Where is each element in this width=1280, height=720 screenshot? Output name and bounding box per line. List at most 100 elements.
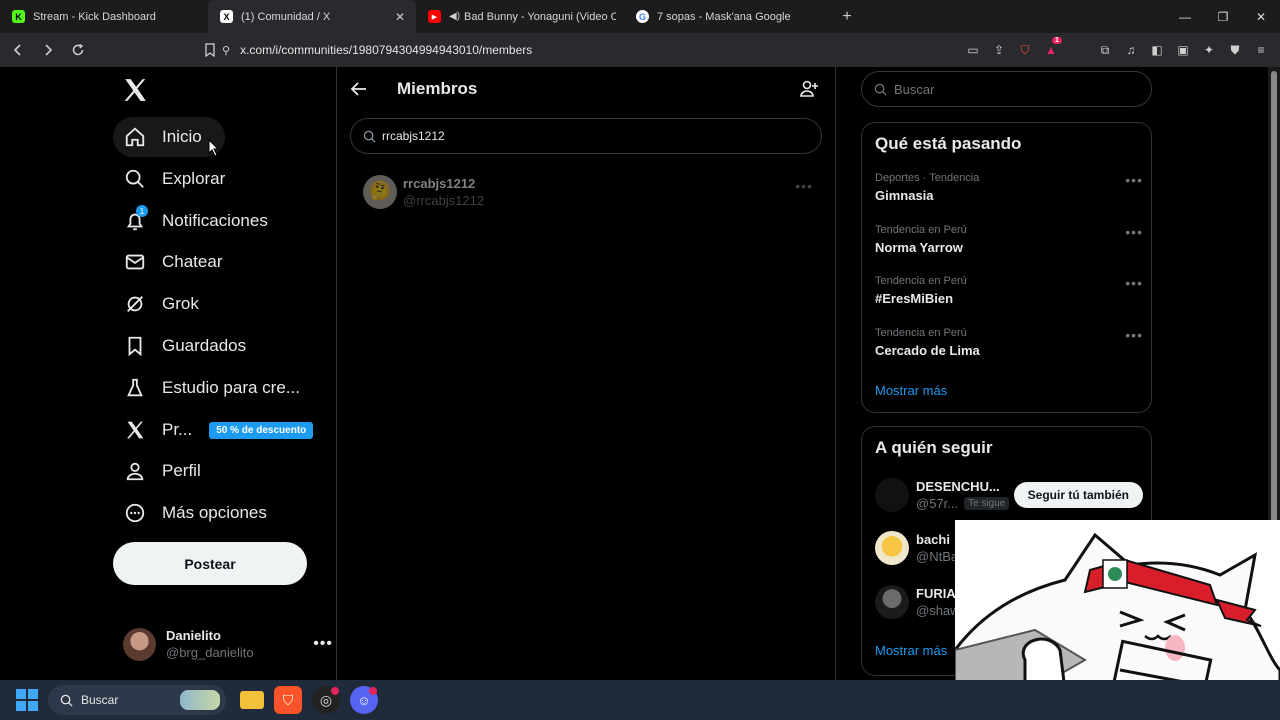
- close-window-icon[interactable]: ✕: [1242, 0, 1280, 33]
- more-dots-icon[interactable]: •••: [1125, 224, 1143, 240]
- list-item[interactable]: 🤔 rrcabjs1212 @rrcabjs1212 •••: [363, 172, 813, 212]
- taskbar-search[interactable]: Buscar: [48, 685, 226, 715]
- trend-item[interactable]: Tendencia en Perú Norma Yarrow •••: [875, 224, 1143, 255]
- more-circle-icon: [123, 501, 147, 525]
- account-switcher[interactable]: Danielito @brg_danielito •••: [123, 624, 333, 664]
- rewards-icon[interactable]: ▲ 1: [1042, 37, 1062, 59]
- tab-youtube[interactable]: ▶ ◀) Bad Bunny - Yonaguni (Video Ofi: [416, 0, 624, 33]
- more-dots-icon[interactable]: •••: [795, 178, 813, 194]
- tab-kick[interactable]: K Stream - Kick Dashboard: [0, 0, 208, 33]
- new-tab-button[interactable]: +: [832, 8, 862, 26]
- member-handle: @rrcabjs1212: [403, 193, 485, 208]
- left-sidebar: Inicio Explorar 1 Notificaciones Chatear…: [113, 67, 337, 680]
- vpn-icon[interactable]: ⛊: [1226, 41, 1244, 59]
- music-icon[interactable]: ♫: [1122, 41, 1140, 59]
- trend-meta: Tendencia en Perú: [875, 224, 967, 236]
- menu-icon[interactable]: ≡: [1252, 41, 1270, 59]
- obs-icon[interactable]: ◎: [312, 686, 340, 714]
- account-name: Danielito: [166, 628, 221, 643]
- file-explorer-icon[interactable]: [240, 691, 264, 709]
- home-icon: [123, 125, 147, 149]
- show-more-link[interactable]: Mostrar más: [875, 383, 947, 398]
- members-column: Miembros rrcabjs1212 🤔 rrcabjs1212 @rrca…: [337, 67, 835, 680]
- google-icon: G: [636, 10, 649, 23]
- nav-item-chat[interactable]: Chatear: [113, 242, 222, 282]
- taskbar-search-placeholder: Buscar: [81, 693, 119, 707]
- taskbar: Buscar ⛉ ◎ ☺: [0, 680, 1280, 720]
- nav-item-bookmarks[interactable]: Guardados: [113, 326, 246, 366]
- back-arrow-icon[interactable]: [349, 79, 369, 99]
- nav-item-notifications[interactable]: 1 Notificaciones: [113, 201, 268, 241]
- nav-label: Más opciones: [162, 503, 267, 522]
- follow-names: FURIA @shaw: [916, 586, 960, 618]
- follow-handle: @57r...: [916, 496, 959, 511]
- restore-icon[interactable]: ❐: [1204, 0, 1242, 33]
- site-info-icon[interactable]: ⚲: [222, 44, 230, 57]
- discord-icon[interactable]: ☺: [350, 686, 378, 714]
- trend-item[interactable]: Deportes · Tendencia Gimnasia •••: [875, 172, 1143, 203]
- more-dots-icon[interactable]: •••: [1125, 275, 1143, 291]
- follow-name: FURIA: [916, 586, 956, 601]
- search-input[interactable]: Buscar: [861, 71, 1152, 107]
- more-dots-icon[interactable]: •••: [1125, 327, 1143, 343]
- brave-browser-icon[interactable]: ⛉: [274, 686, 302, 714]
- avatar: [123, 627, 156, 661]
- url-field[interactable]: ⚲ x.com/i/communities/198079430499494301…: [222, 37, 882, 63]
- nav-item-explore[interactable]: Explorar: [113, 159, 225, 199]
- cast-icon[interactable]: ▭: [964, 41, 982, 59]
- trend-meta: Deportes · Tendencia: [875, 172, 980, 184]
- youtube-icon: ▶: [428, 10, 441, 23]
- tab-google[interactable]: G 7 sopas - Mask'ana Google: [624, 0, 832, 33]
- more-dots-icon[interactable]: •••: [1125, 172, 1143, 188]
- share-icon[interactable]: ⇪: [990, 41, 1008, 59]
- nav-item-profile[interactable]: Perfil: [113, 451, 201, 491]
- follow-name: DESENCHU...: [916, 479, 1000, 494]
- avatar: [875, 585, 909, 619]
- x-logo-icon[interactable]: [122, 77, 148, 103]
- tab-x-community[interactable]: X (1) Comunidad / X ✕: [208, 0, 416, 33]
- follow-title: A quién seguir: [875, 438, 993, 457]
- notification-dot: [369, 687, 377, 695]
- sidebar-icon[interactable]: ◧: [1148, 41, 1166, 59]
- nav-item-grok[interactable]: Grok: [113, 284, 199, 324]
- scrollbar-thumb[interactable]: [1271, 71, 1277, 526]
- search-icon: [363, 130, 376, 143]
- screenshot-icon[interactable]: ⧉: [1096, 41, 1114, 59]
- forward-icon[interactable]: [36, 38, 60, 62]
- nav-label: Perfil: [162, 461, 201, 480]
- discount-badge: 50 % de descuento: [209, 421, 314, 439]
- url-text: x.com/i/communities/1980794304994943010/…: [240, 43, 533, 57]
- post-button[interactable]: Postear: [113, 542, 307, 585]
- minimize-icon[interactable]: —: [1166, 0, 1204, 33]
- bookmark-page-icon[interactable]: [198, 38, 222, 62]
- add-user-icon[interactable]: [799, 79, 819, 99]
- trend-meta: Tendencia en Perú: [875, 275, 967, 287]
- trend-item[interactable]: Tendencia en Perú Cercado de Lima •••: [875, 327, 1143, 358]
- trend-meta: Tendencia en Perú: [875, 327, 967, 339]
- flask-icon: [123, 376, 147, 400]
- nav-item-more[interactable]: Más opciones: [113, 493, 267, 533]
- trend-name: #EresMiBien: [875, 291, 954, 306]
- windows-start-icon[interactable]: [16, 689, 38, 711]
- follow-handle-row: @57r... Te sigue: [916, 496, 1010, 511]
- back-icon[interactable]: [6, 38, 30, 62]
- search-value: rrcabjs1212: [382, 129, 445, 143]
- trend-item[interactable]: Tendencia en Perú #EresMiBien •••: [875, 275, 1143, 306]
- nav-item-creator-studio[interactable]: Estudio para cre...: [113, 368, 300, 408]
- trends-title: Qué está pasando: [875, 134, 1022, 153]
- wallet-icon[interactable]: ▣: [1174, 41, 1192, 59]
- search-icon: [874, 83, 887, 96]
- member-search-input[interactable]: rrcabjs1212: [350, 118, 822, 154]
- show-more-link[interactable]: Mostrar más: [875, 643, 947, 658]
- nav-label: Explorar: [162, 169, 226, 188]
- leo-ai-icon[interactable]: ✦: [1200, 41, 1218, 59]
- follow-handle: @NtBa: [916, 549, 959, 564]
- nav-label: Guardados: [162, 336, 247, 355]
- follow-back-button[interactable]: Seguir tú también: [1013, 482, 1143, 508]
- follow-suggestion[interactable]: DESENCHU... @57r... Te sigue Seguir tú t…: [875, 475, 1143, 515]
- nav-item-premium[interactable]: Pr... 50 % de descuento: [113, 410, 314, 450]
- search-placeholder: Buscar: [894, 81, 935, 97]
- reload-icon[interactable]: [66, 38, 90, 62]
- close-tab-icon[interactable]: ✕: [392, 10, 408, 24]
- brave-shield-icon[interactable]: ⛉: [1016, 41, 1034, 59]
